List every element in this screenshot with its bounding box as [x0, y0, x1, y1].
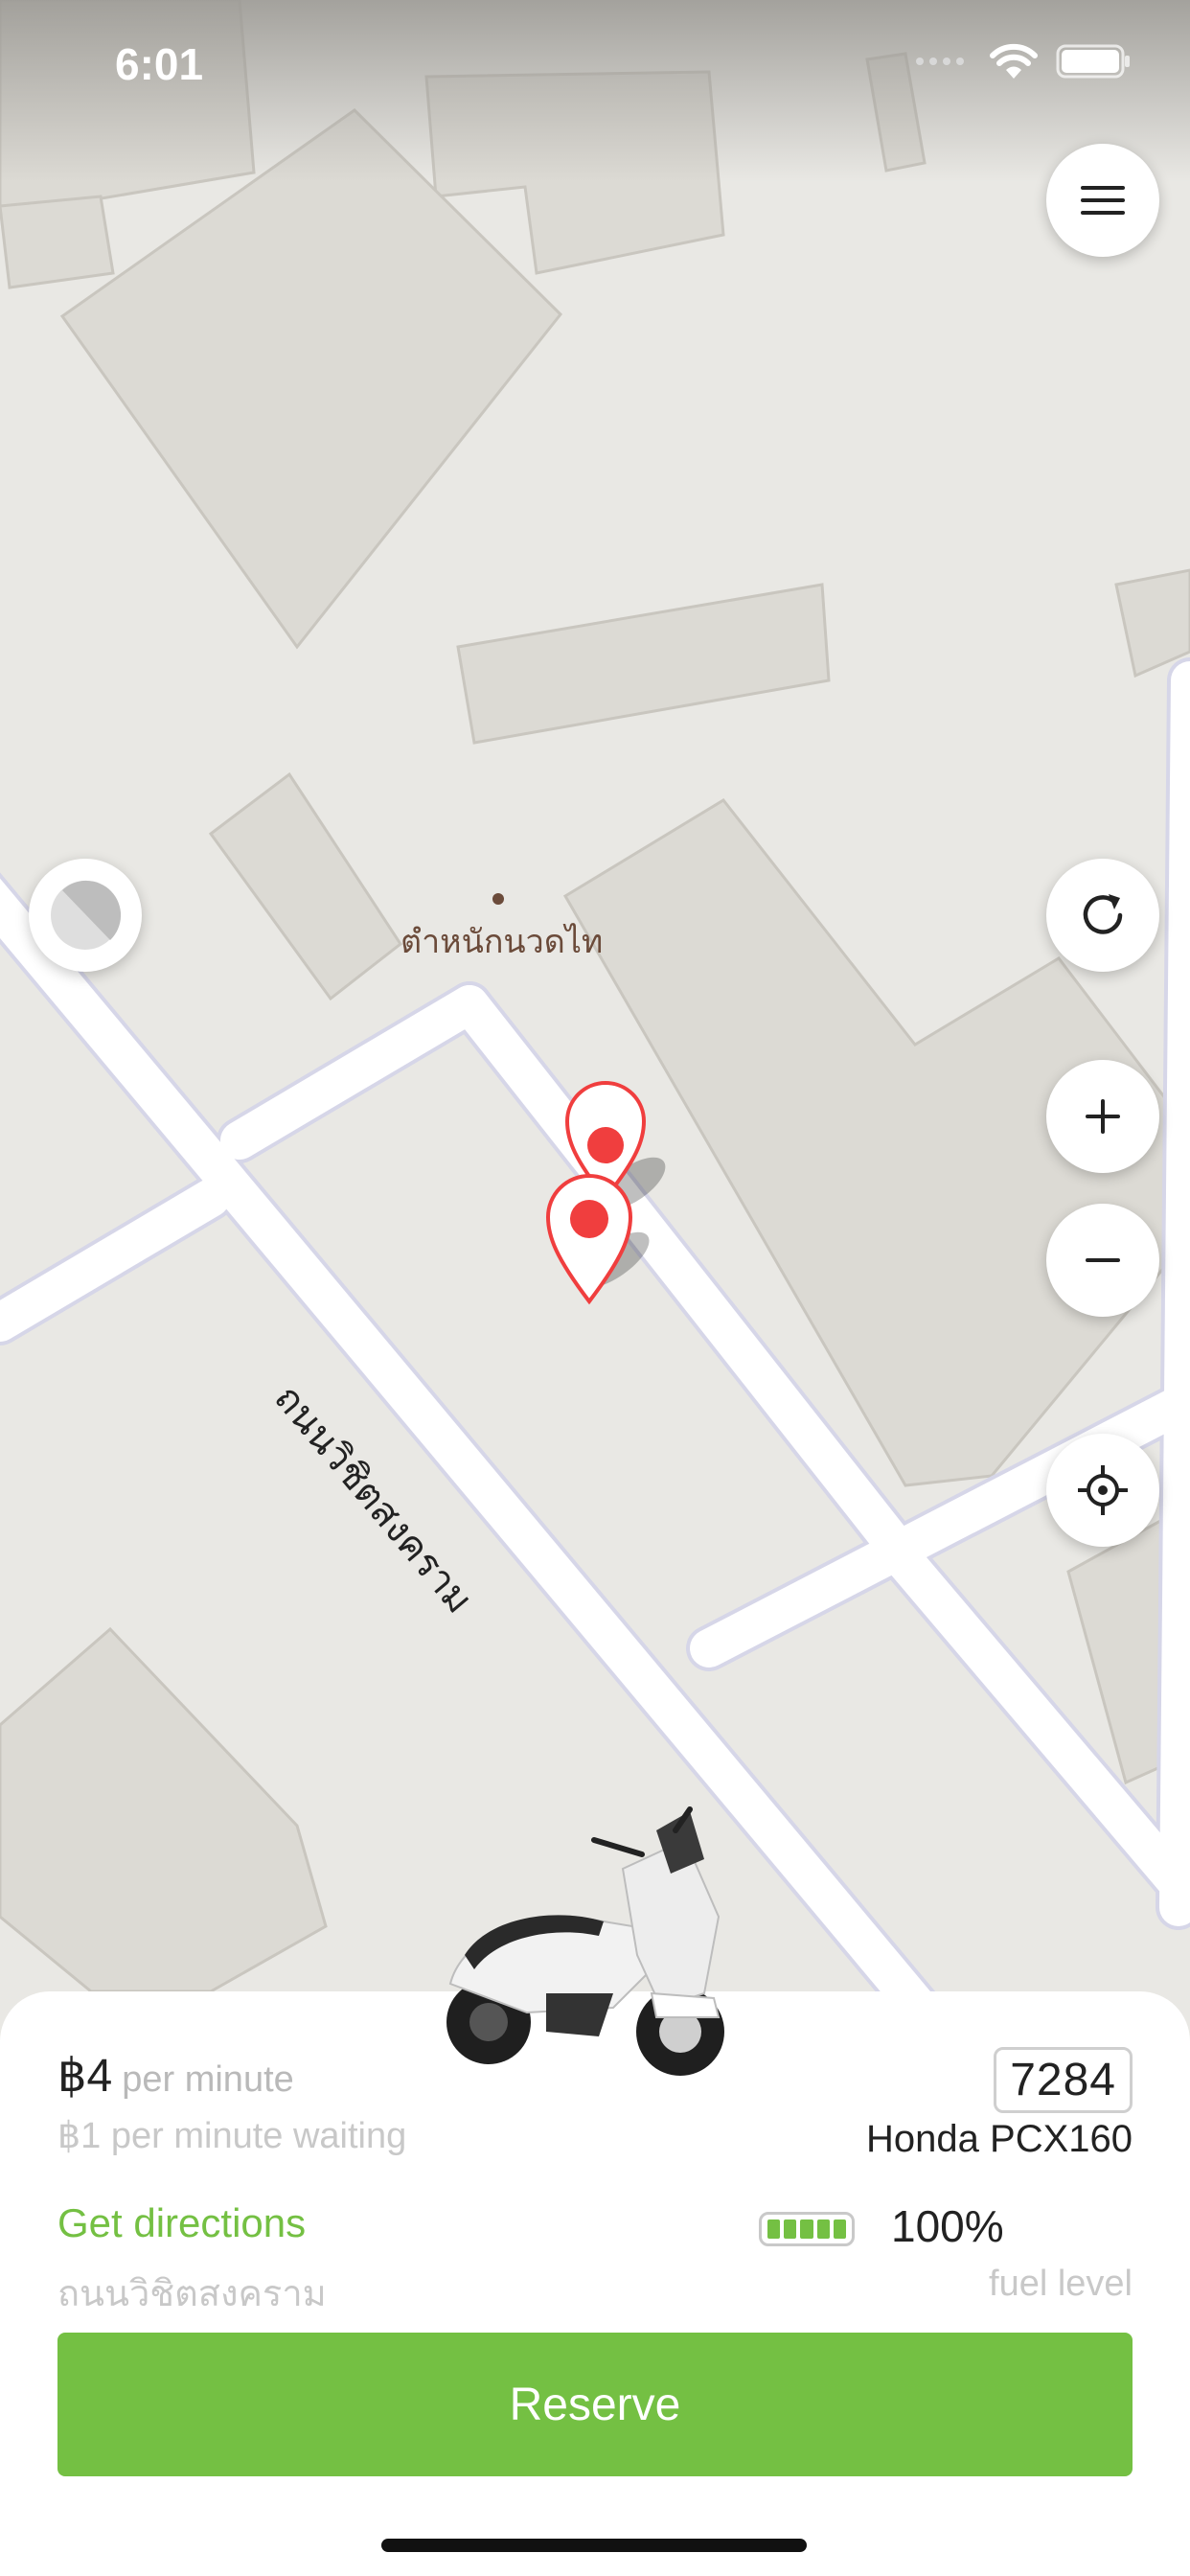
waiting-price: ฿1 per minute waiting: [57, 2116, 407, 2156]
status-icons: [914, 42, 1133, 80]
home-indicator[interactable]: [381, 2539, 807, 2552]
signal-icon: [916, 58, 964, 65]
refresh-button[interactable]: [1046, 859, 1159, 972]
plate-number: 7284: [994, 2047, 1133, 2113]
compass-icon: [49, 879, 123, 952]
wifi-icon: [990, 43, 1038, 79]
poi-dot: [492, 893, 504, 905]
zoom-out-button[interactable]: [1046, 1204, 1159, 1317]
crosshair-icon: [1078, 1465, 1128, 1515]
plus-icon: [1086, 1099, 1120, 1134]
refresh-icon: [1083, 894, 1123, 934]
menu-button[interactable]: [1046, 144, 1159, 257]
price-per-minute: ฿4 per minute: [57, 2049, 294, 2103]
battery-icon: [1056, 44, 1130, 79]
minus-icon: [1086, 1258, 1120, 1262]
fuel-gauge-icon: [759, 2212, 855, 2246]
status-time: 6:01: [115, 39, 204, 89]
reserve-button[interactable]: Reserve: [57, 2333, 1133, 2476]
fuel-label: fuel level: [989, 2264, 1133, 2304]
price-unit: per minute: [122, 2059, 294, 2100]
poi-label: ตำหนักนวดไท: [400, 923, 604, 961]
price-value: ฿4: [57, 2051, 113, 2102]
zoom-in-button[interactable]: [1046, 1060, 1159, 1173]
fuel-percent: 100%: [891, 2201, 1004, 2251]
get-directions-link[interactable]: Get directions: [57, 2200, 306, 2246]
compass-button[interactable]: [29, 859, 142, 972]
menu-icon: [1081, 186, 1125, 215]
vehicle-model: Honda PCX160: [866, 2118, 1133, 2160]
locate-button[interactable]: [1046, 1434, 1159, 1547]
scooter-image: [446, 1806, 724, 2076]
vehicle-street: ถนนวิชิตสงคราม: [57, 2272, 327, 2314]
